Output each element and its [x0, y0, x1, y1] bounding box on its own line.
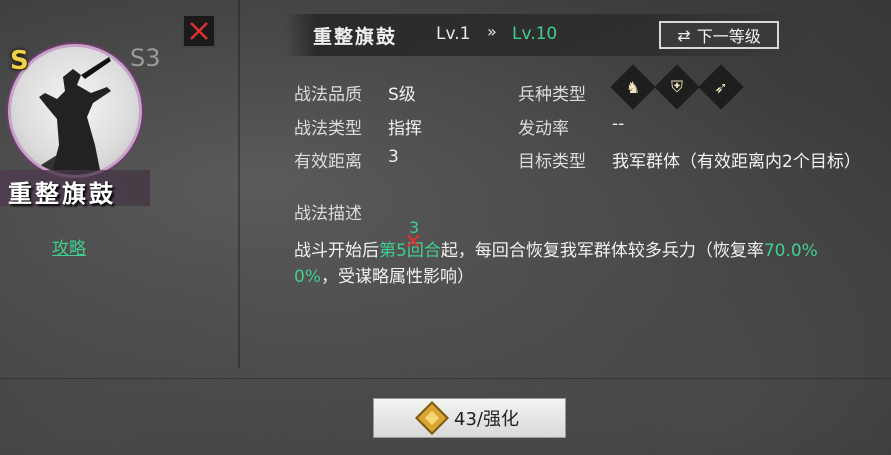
level-current: Lv.1: [436, 24, 471, 44]
hero-name: 重整旗鼓: [8, 180, 116, 208]
desc-text: ，受谋略属性影响）: [320, 267, 474, 287]
strike-mark-icon: ✕: [404, 230, 423, 255]
description-line-2: 0%，受谋略属性影响）: [294, 262, 474, 287]
enhance-label: 43/强化: [454, 409, 519, 430]
desc-rate-highlight: 70.0%: [763, 241, 818, 261]
type-value: 指挥: [388, 119, 422, 139]
currency-icon: [415, 401, 449, 435]
panel-divider-horizontal: [0, 378, 891, 379]
range-label: 有效距离: [294, 152, 362, 172]
warrior-silhouette-icon: [39, 57, 111, 175]
trigger-rate-label: 发动率: [518, 119, 569, 139]
target-type-value: 我军群体（有效距离内2个目标）: [612, 152, 861, 172]
skill-title: 重整旗鼓: [313, 26, 398, 48]
swap-arrows-icon: ⇄: [677, 25, 691, 45]
cavalry-icon: ♞: [610, 64, 656, 110]
level-max: Lv.10: [512, 24, 558, 44]
level-arrow: »: [487, 22, 497, 41]
next-level-button[interactable]: ⇄ 下一等级: [659, 21, 779, 49]
quality-label: 战法品质: [294, 85, 362, 105]
close-button[interactable]: [182, 14, 216, 48]
desc-text: 起，每回合恢复我军群体较多兵力（恢复率: [440, 241, 764, 261]
description-line-1: 战斗开始后第5回合起，每回合恢复我军群体较多兵力（恢复率70.0%: [294, 236, 818, 261]
close-icon: [190, 22, 208, 40]
range-value: 3: [388, 147, 399, 167]
next-level-label: 下一等级: [696, 27, 761, 46]
desc-rate-highlight-2: 0%: [294, 267, 321, 287]
panel-divider-vertical: [238, 0, 240, 368]
season-label: S3: [130, 44, 161, 72]
archer-icon: ➶: [698, 64, 744, 110]
type-label: 战法类型: [294, 119, 362, 139]
guide-link[interactable]: 攻略: [52, 234, 86, 259]
rank-badge: S: [10, 46, 29, 76]
description-title: 战法描述: [294, 204, 362, 224]
target-type-label: 目标类型: [518, 152, 586, 172]
shield-icon: ⛨: [654, 64, 700, 110]
trigger-rate-value: --: [612, 114, 625, 134]
desc-text: 战斗开始后: [294, 241, 379, 261]
enhance-button[interactable]: 43/强化: [373, 398, 566, 438]
troop-type-label: 兵种类型: [518, 85, 586, 105]
quality-value: S级: [388, 85, 416, 105]
